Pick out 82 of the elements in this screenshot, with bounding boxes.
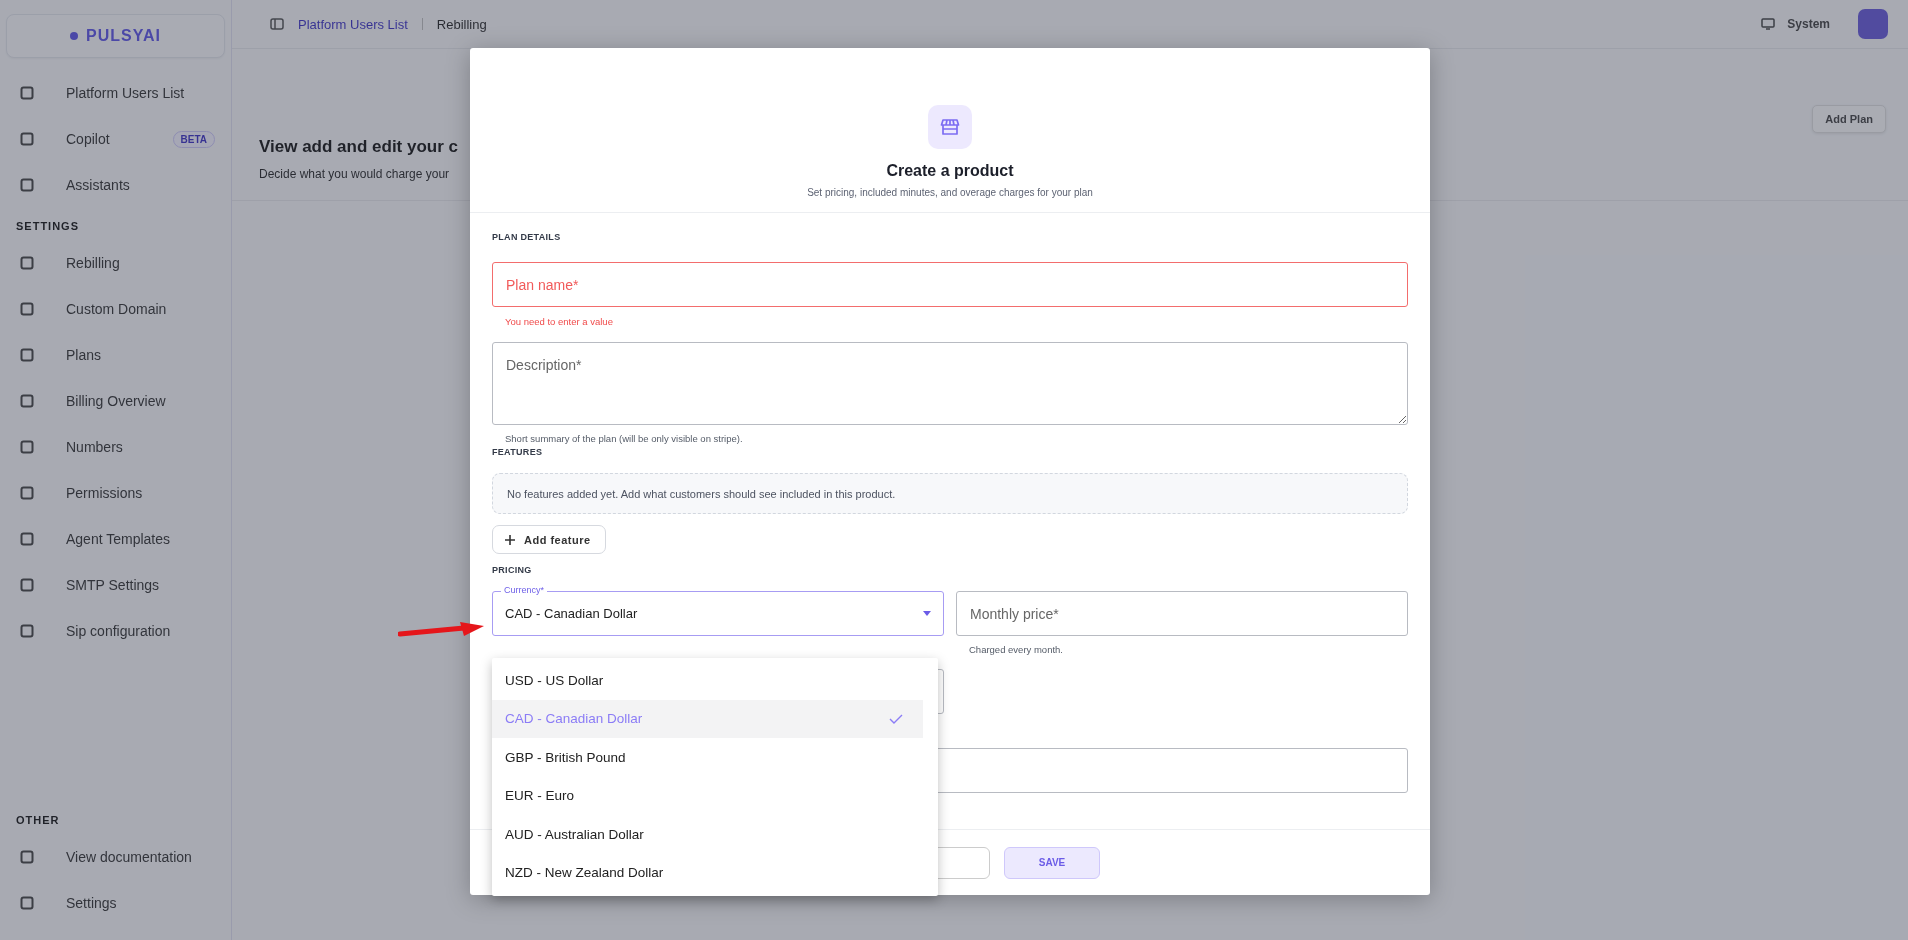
section-heading: SETTINGS — [15, 219, 80, 234]
sidebar-item[interactable]: Rebilling — [6, 240, 225, 286]
error-message: You need to enter a value — [504, 315, 614, 329]
monitor-icon — [1761, 18, 1776, 30]
sidebar-item-label: Numbers — [66, 439, 123, 455]
helper-text: Short summary of the plan (will be only visible on stripe). — [504, 432, 744, 446]
dropdown-option[interactable]: USD - US Dollar — [492, 661, 923, 700]
sidebar-item[interactable]: Billing Overview — [6, 378, 225, 424]
sidebar-item[interactable]: Numbers — [6, 424, 225, 470]
check-icon — [889, 713, 903, 724]
field-label: Currency* — [501, 585, 547, 595]
sidebar-item-label: Rebilling — [66, 255, 120, 271]
sidebar-item-label: Permissions — [66, 485, 143, 501]
avatar[interactable] — [1858, 9, 1888, 39]
square-icon — [20, 348, 34, 362]
square-icon — [20, 440, 34, 454]
logo-text: PULSYAI — [86, 27, 161, 45]
square-icon — [20, 850, 34, 864]
square-icon — [20, 302, 34, 316]
square-icon — [20, 578, 34, 592]
add-feature-button[interactable]: Add feature — [492, 525, 606, 554]
plus-icon — [505, 534, 515, 545]
dropdown-option[interactable]: AUD - Australian Dollar — [492, 815, 923, 854]
helper-text: Charged every month. — [968, 643, 1064, 657]
sidebar-toggle-icon — [270, 18, 284, 30]
section-heading: PRICING — [492, 565, 533, 577]
sidebar-item-label: Platform Users List — [66, 85, 185, 101]
breadcrumb[interactable]: Platform Users List — [298, 16, 408, 32]
sidebar-item-label: Settings — [66, 895, 117, 911]
dropdown-option[interactable]: NZD - New Zealand Dollar — [492, 853, 923, 892]
sidebar-item[interactable]: Copilot BETA — [6, 116, 225, 162]
page-title: View add and edit your c — [259, 137, 458, 157]
sidebar-item[interactable]: Platform Users List — [6, 70, 225, 116]
sidebar-item[interactable]: SMTP Settings — [6, 562, 225, 608]
sidebar-item-label: Copilot — [66, 131, 110, 147]
square-icon — [20, 486, 34, 500]
square-icon — [20, 624, 34, 638]
sidebar-item-label: Assistants — [66, 177, 130, 193]
save-button[interactable]: SAVE — [1004, 846, 1100, 879]
sidebar-item-label: Plans — [66, 347, 102, 363]
sidebar-item[interactable]: Settings — [6, 880, 225, 926]
sidebar-item-label: Agent Templates — [66, 531, 171, 547]
sidebar-item-label: Sip configuration — [66, 623, 171, 639]
beta-badge: BETA — [172, 130, 215, 148]
dropdown-option[interactable]: GBP - British Pound — [492, 738, 923, 777]
input-field[interactable]: Plan name* — [492, 262, 1408, 307]
dropdown-option[interactable]: CAD - Canadian Dollar — [492, 699, 923, 738]
caret-icon — [923, 611, 931, 616]
input-field[interactable]: Monthly price* — [956, 591, 1408, 636]
sidebar-item[interactable]: Permissions — [6, 470, 225, 516]
text-area[interactable]: Description* — [492, 342, 1408, 425]
dropdown-option[interactable]: EUR - Euro — [492, 776, 923, 815]
dialog-title: Create a product — [886, 162, 1014, 180]
sidebar-item[interactable]: View documentation — [6, 834, 225, 880]
square-icon — [20, 896, 34, 910]
sidebar-item-label: Custom Domain — [66, 301, 167, 317]
sidebar-item-label: SMTP Settings — [66, 577, 160, 593]
store-icon — [928, 105, 972, 149]
square-icon — [20, 256, 34, 270]
square-icon — [20, 394, 34, 408]
select-value: CAD - Canadian Dollar — [505, 606, 639, 621]
dialog-subtitle: Set pricing, included minutes, and overage charges for your plan — [807, 187, 1093, 198]
square-icon — [20, 132, 34, 146]
dot-icon — [70, 32, 79, 40]
page-subtitle: Decide what you would charge your — [259, 167, 451, 181]
sidebar-item[interactable]: Sip configuration — [6, 608, 225, 654]
section-heading: PLAN DETAILS — [492, 232, 562, 244]
sidebar-item[interactable]: Agent Templates — [6, 516, 225, 562]
sidebar-item[interactable]: Plans — [6, 332, 225, 378]
empty-state: No features added yet. Add what customers should see included in this product. — [492, 473, 1408, 514]
theme-button[interactable]: System — [1755, 16, 1836, 32]
sidebar-item-label: Billing Overview — [66, 393, 166, 409]
square-icon — [20, 178, 34, 192]
square-icon — [20, 86, 34, 100]
sidebar-item-label: View documentation — [66, 849, 192, 865]
sidebar-item[interactable]: Assistants — [6, 162, 225, 208]
section-heading: FEATURES — [492, 447, 544, 459]
square-icon — [20, 532, 34, 546]
add-plan-button[interactable]: Add Plan — [1812, 105, 1886, 133]
breadcrumb: Rebilling — [436, 16, 487, 32]
sidebar-item[interactable]: Custom Domain — [6, 286, 225, 332]
section-heading: OTHER — [15, 813, 61, 828]
